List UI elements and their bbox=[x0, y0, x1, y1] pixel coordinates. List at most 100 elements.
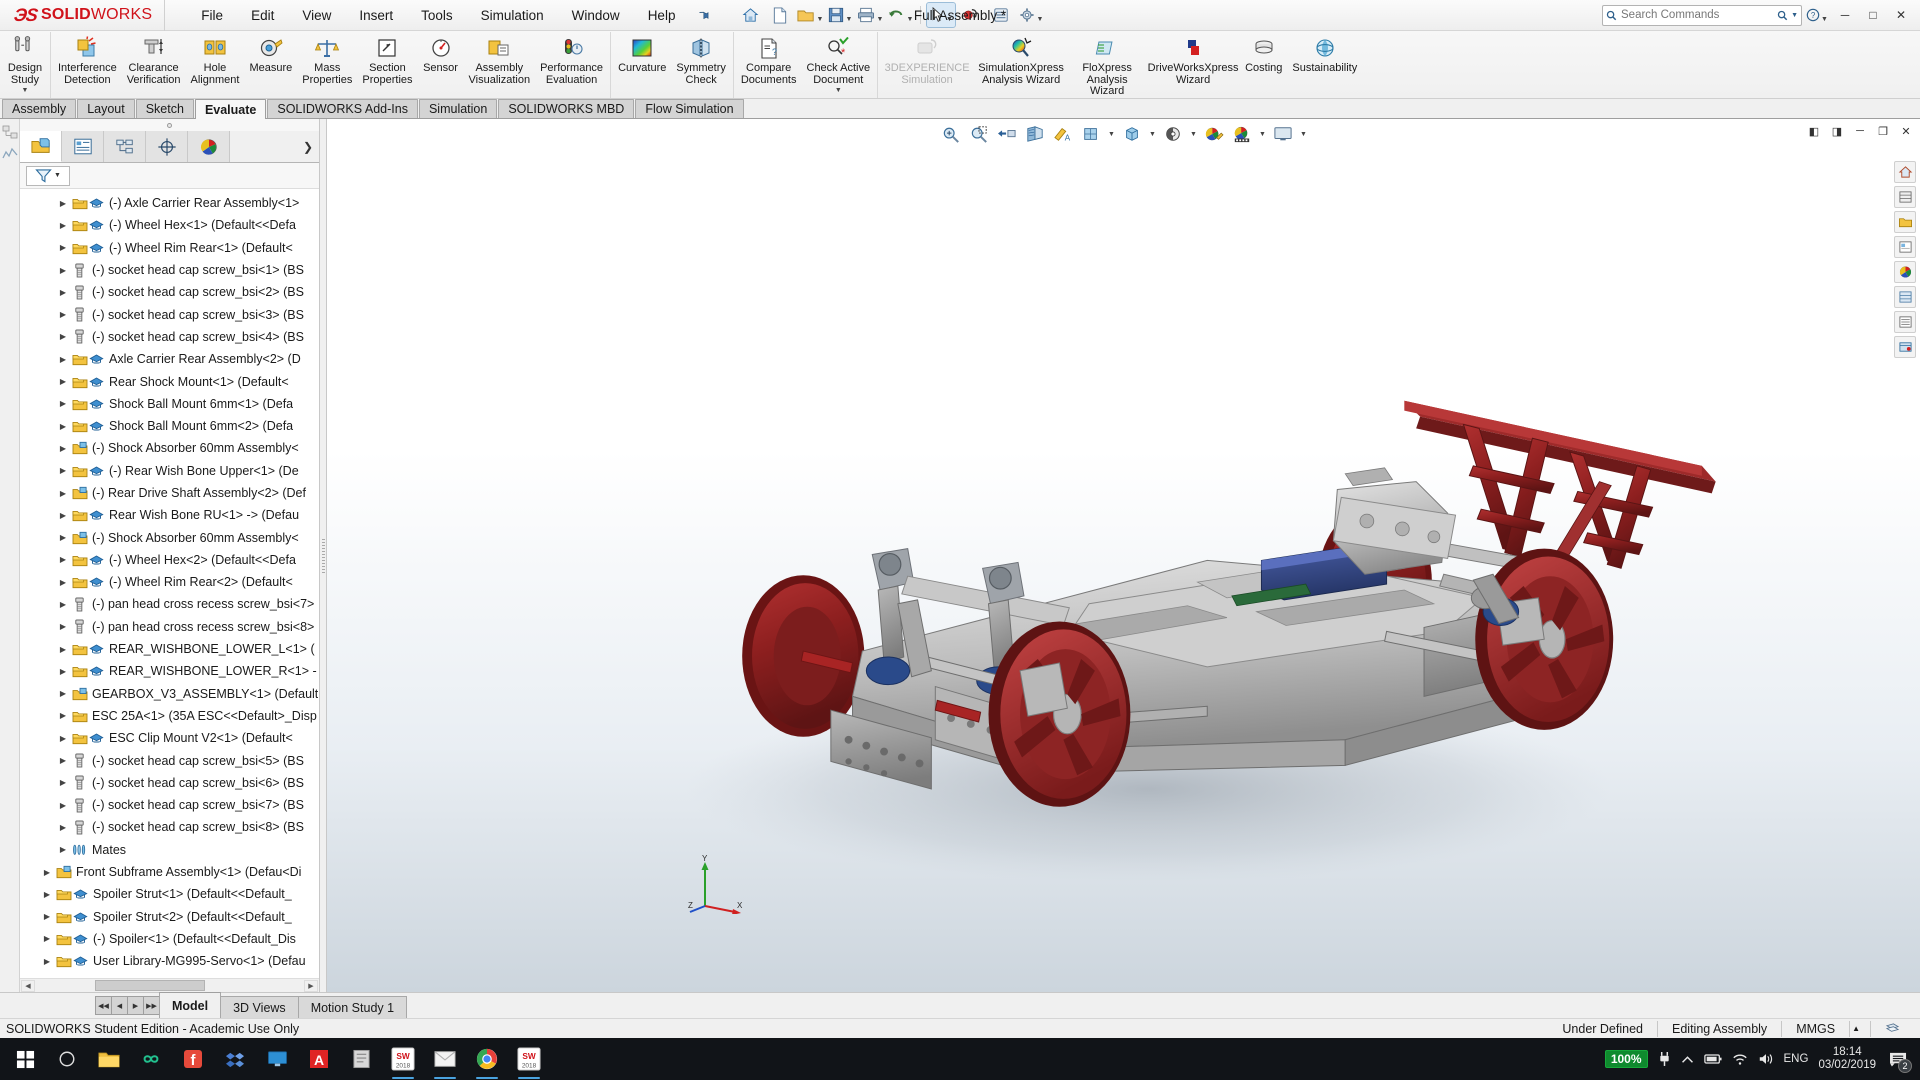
tree-expand-chevron-right-icon[interactable]: ▶ bbox=[56, 823, 70, 832]
tree-expand-chevron-right-icon[interactable]: ▶ bbox=[56, 645, 70, 654]
notification-center-icon[interactable]: 2 bbox=[1886, 1047, 1912, 1073]
taskbar-clock[interactable]: 18:14 03/02/2019 bbox=[1818, 1046, 1876, 1072]
tab-assembly[interactable]: Assembly bbox=[2, 99, 77, 118]
menu-item-view[interactable]: View bbox=[288, 4, 345, 27]
new-document-icon[interactable] bbox=[766, 3, 794, 27]
hide-show-items-icon[interactable] bbox=[1160, 122, 1186, 146]
restore-pane-right-icon[interactable]: ◨ bbox=[1827, 122, 1847, 140]
language-indicator[interactable]: ENG bbox=[1784, 1053, 1809, 1065]
tree-expand-chevron-right-icon[interactable]: ▶ bbox=[56, 667, 70, 676]
search-commands-box[interactable]: Search Commands ▼ bbox=[1602, 4, 1802, 26]
tree-item[interactable]: ▶ (-) pan head cross recess screw_bsi<8> bbox=[20, 616, 319, 638]
mass-properties-button[interactable]: Mass Properties bbox=[297, 32, 357, 86]
open-document-icon[interactable]: ▼ bbox=[796, 3, 824, 27]
tree-item[interactable]: ▶ (-) Spoiler<1> (Default<<Default_Dis bbox=[20, 928, 319, 950]
tree-expand-chevron-right-icon[interactable]: ▶ bbox=[56, 511, 70, 520]
section-view-icon[interactable] bbox=[1022, 122, 1048, 146]
menu-item-edit[interactable]: Edit bbox=[237, 4, 288, 27]
tree-item[interactable]: ▶ REAR_WISHBONE_LOWER_R<1> - bbox=[20, 660, 319, 682]
cortana-search-icon[interactable] bbox=[46, 1038, 88, 1080]
status-units-caret-icon[interactable]: ▲ bbox=[1849, 1020, 1870, 1037]
tree-item[interactable]: ▶ (-) Rear Wish Bone Upper<1> (De bbox=[20, 460, 319, 482]
file-explorer-taskbar-icon[interactable] bbox=[88, 1038, 130, 1080]
custom-properties-icon[interactable] bbox=[1894, 311, 1916, 333]
view-home-icon[interactable] bbox=[1894, 161, 1916, 183]
tab-solidworks-mbd[interactable]: SOLIDWORKS MBD bbox=[498, 99, 635, 118]
monitor-app-icon[interactable] bbox=[256, 1038, 298, 1080]
appearance-library-icon[interactable] bbox=[1894, 186, 1916, 208]
tree-item[interactable]: ▶ Axle Carrier Rear Assembly<2> (D bbox=[20, 348, 319, 370]
floxpress-analysis-wizard-button[interactable]: FloXpress Analysis Wizard bbox=[1068, 32, 1146, 98]
chevron-down-icon[interactable]: ▼ bbox=[835, 87, 842, 94]
tree-expand-chevron-right-icon[interactable]: ▶ bbox=[56, 288, 70, 297]
filter-funnel-icon[interactable]: ▼ bbox=[26, 165, 70, 186]
driveworksxpress-wizard-button[interactable]: DriveWorksXpress Wizard bbox=[1146, 32, 1240, 86]
panel-grip-handle[interactable] bbox=[20, 119, 319, 131]
tree-item[interactable]: ▶ (-) Axle Carrier Rear Assembly<1> bbox=[20, 192, 319, 214]
curvature-button[interactable]: Curvature bbox=[613, 32, 671, 75]
solidworks-2018-icon[interactable]: SW 2018 bbox=[382, 1038, 424, 1080]
tree-item[interactable]: ▶ ESC 25A<1> (35A ESC<<Default>_Disp bbox=[20, 705, 319, 727]
chrome-icon[interactable] bbox=[466, 1038, 508, 1080]
feature-manager-design-tree-tab[interactable] bbox=[20, 131, 62, 162]
pushpin-icon[interactable] bbox=[695, 6, 713, 24]
rc-car-assembly-model[interactable] bbox=[327, 119, 1920, 992]
3dexperience-simulation-button[interactable]: 3DEXPERIENCE Simulation bbox=[880, 32, 974, 86]
appearances-scenes-icon[interactable] bbox=[1894, 286, 1916, 308]
first-tab-button[interactable]: ◀◀ bbox=[95, 996, 112, 1015]
tree-expand-chevron-right-icon[interactable]: ▶ bbox=[56, 355, 70, 364]
tree-item[interactable]: ▶ ESC Clip Mount V2<1> (Default< bbox=[20, 727, 319, 749]
tree-expand-chevron-right-icon[interactable]: ▶ bbox=[56, 622, 70, 631]
save-icon[interactable]: ▼ bbox=[826, 3, 854, 27]
last-tab-button[interactable]: ▶▶ bbox=[143, 996, 160, 1015]
tree-expand-chevron-right-icon[interactable]: ▶ bbox=[40, 957, 54, 966]
apply-scene-icon[interactable] bbox=[1229, 122, 1255, 146]
tree-item[interactable]: ▶ (-) socket head cap screw_bsi<6> (BS bbox=[20, 772, 319, 794]
tree-item[interactable]: ▶ (-) socket head cap screw_bsi<7> (BS bbox=[20, 794, 319, 816]
tree-expand-chevron-right-icon[interactable]: ▶ bbox=[40, 890, 54, 899]
dimxpert-manager-tab[interactable] bbox=[146, 131, 188, 162]
help-question-icon[interactable]: ? ▼ bbox=[1804, 3, 1830, 27]
tree-expand-chevron-right-icon[interactable]: ▶ bbox=[56, 332, 70, 341]
search-controls[interactable]: ▼ bbox=[1777, 10, 1798, 21]
tree-expand-chevron-right-icon[interactable]: ▶ bbox=[56, 555, 70, 564]
next-tab-button[interactable]: ▶ bbox=[127, 996, 144, 1015]
tree-expand-chevron-right-icon[interactable]: ▶ bbox=[56, 243, 70, 252]
configuration-manager-tab[interactable] bbox=[104, 131, 146, 162]
restore-pane-left-icon[interactable]: ◧ bbox=[1804, 122, 1824, 140]
restore-doc-icon[interactable]: ❐ bbox=[1873, 122, 1893, 140]
view-orientation-icon[interactable] bbox=[1078, 122, 1104, 146]
facebook-icon[interactable]: f bbox=[172, 1038, 214, 1080]
scroll-left-arrow-icon[interactable]: ◀ bbox=[21, 979, 35, 992]
settings-gear-icon[interactable]: ▼ bbox=[1017, 3, 1045, 27]
tree-expand-chevron-right-icon[interactable]: ▶ bbox=[56, 221, 70, 230]
tree-expand-chevron-right-icon[interactable]: ▶ bbox=[56, 422, 70, 431]
tree-item[interactable]: ▶ Rear Wish Bone RU<1> -> (Defau bbox=[20, 504, 319, 526]
tree-expand-chevron-right-icon[interactable]: ▶ bbox=[56, 711, 70, 720]
dropbox-icon[interactable] bbox=[214, 1038, 256, 1080]
tree-item[interactable]: ▶ Shock Ball Mount 6mm<1> (Defa bbox=[20, 393, 319, 415]
home-icon[interactable] bbox=[736, 3, 764, 27]
display-manager-tab[interactable] bbox=[188, 131, 230, 162]
hole-alignment-button[interactable]: Hole Alignment bbox=[186, 32, 245, 86]
tree-item[interactable]: ▶ Shock Ball Mount 6mm<2> (Defa bbox=[20, 415, 319, 437]
dock-flyout-history-icon[interactable] bbox=[1, 147, 18, 161]
maximize-window-button[interactable]: □ bbox=[1860, 3, 1886, 27]
tab-sketch[interactable]: Sketch bbox=[135, 99, 194, 118]
design-study-button[interactable]: Design Study ▼ bbox=[2, 32, 48, 94]
chevron-down-icon[interactable]: ▼ bbox=[22, 87, 29, 94]
print-icon[interactable]: ▼ bbox=[856, 3, 884, 27]
clearance-verification-button[interactable]: Clearance Verification bbox=[122, 32, 186, 86]
display-style-icon[interactable] bbox=[1119, 122, 1145, 146]
tree-item[interactable]: ▶ (-) socket head cap screw_bsi<3> (BS bbox=[20, 303, 319, 325]
tree-expand-chevron-right-icon[interactable]: ▶ bbox=[56, 466, 70, 475]
tree-expand-chevron-right-icon[interactable]: ▶ bbox=[40, 868, 54, 877]
tab-model[interactable]: Model bbox=[159, 992, 222, 1018]
compare-documents-button[interactable]: ? Compare Documents bbox=[736, 32, 802, 86]
chevron-down-icon[interactable]: ▼ bbox=[1147, 131, 1158, 138]
battery-icon[interactable] bbox=[1703, 1053, 1722, 1065]
tab-motion-study-1[interactable]: Motion Study 1 bbox=[297, 996, 408, 1018]
tab-3d-views[interactable]: 3D Views bbox=[220, 996, 299, 1018]
tree-item[interactable]: ▶ Spoiler Strut<1> (Default<<Default_ bbox=[20, 883, 319, 905]
prev-tab-button[interactable]: ◀ bbox=[111, 996, 128, 1015]
